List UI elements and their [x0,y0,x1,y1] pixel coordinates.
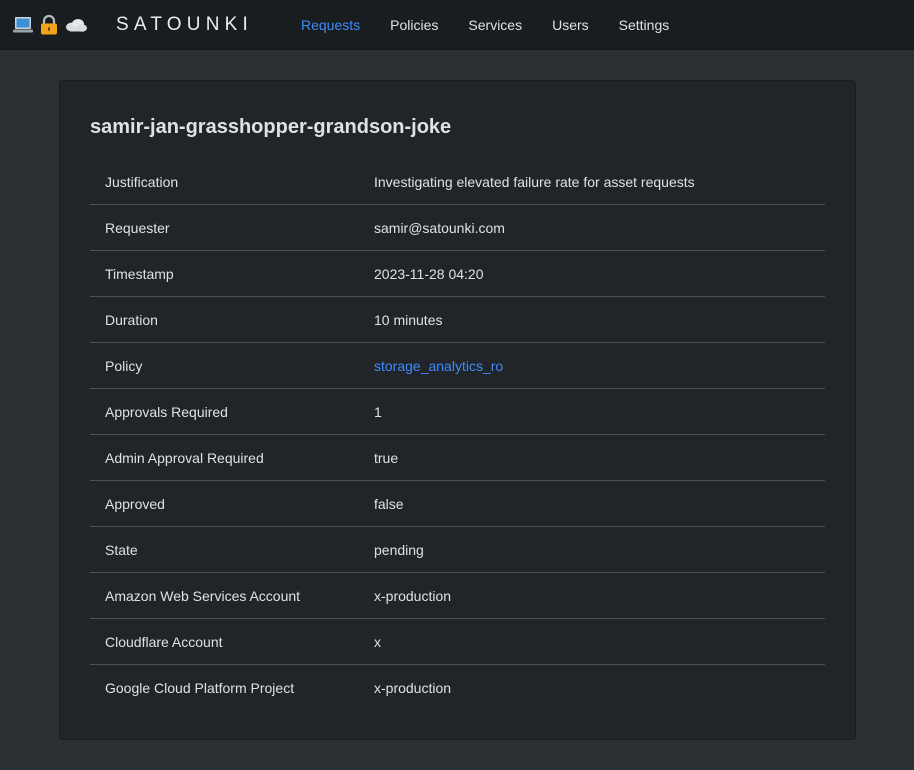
detail-row-justification: Justification Investigating elevated fai… [90,159,825,205]
detail-key: Amazon Web Services Account [105,587,301,604]
detail-row-approvals-required: Approvals Required 1 [90,389,825,435]
detail-row-aws-account: Amazon Web Services Account x-production [90,573,825,619]
detail-value: x-production [374,680,452,696]
detail-key: Google Cloud Platform Project [105,680,295,696]
detail-key: Requester [105,219,170,236]
detail-value: Investigating elevated failure rate for … [374,173,695,190]
request-title: samir-jan-grasshopper-grandson-joke [90,116,452,138]
detail-value: pending [374,541,424,558]
detail-row-cloudflare-account: Cloudflare Account x [90,619,825,665]
detail-value: true [374,449,399,466]
policy-link[interactable]: storage_analytics_ro [374,358,503,374]
detail-key: Cloudflare Account [105,633,223,650]
cloud-icon [64,14,88,36]
detail-row-timestamp: Timestamp 2023-11-28 04:20 [90,251,825,297]
detail-key: Admin Approval Required [105,449,264,466]
nav-link-settings[interactable]: Settings [619,16,670,34]
detail-row-state: State pending [90,527,825,573]
nav-link-policies[interactable]: Policies [390,16,438,34]
detail-value: 1 [374,403,382,420]
detail-row-duration: Duration 10 minutes [90,297,825,343]
detail-row-approved: Approved false [90,481,825,527]
top-navbar: SATOUNKI Requests Policies Services User… [0,0,914,50]
nav-link-users[interactable]: Users [552,16,589,34]
detail-row-policy: Policy storage_analytics_ro [90,343,825,389]
nav-link-requests[interactable]: Requests [301,16,360,34]
detail-value: x [374,633,381,650]
detail-value: false [374,495,404,512]
detail-row-requester: Requester samir@satounki.com [90,205,825,251]
detail-value: 2023-11-28 04:20 [374,265,484,282]
detail-key: Justification [105,173,179,190]
detail-key: Policy [105,357,143,374]
request-detail-table: Justification Investigating elevated fai… [90,159,825,711]
detail-key: State [105,541,138,558]
detail-value-cell: storage_analytics_ro [374,358,825,374]
nav-link-services[interactable]: Services [468,16,522,34]
detail-key: Timestamp [105,265,174,282]
detail-key: Approvals Required [105,403,228,420]
detail-row-gcp-project: Google Cloud Platform Project x-producti… [90,665,825,711]
detail-row-admin-approval-required: Admin Approval Required true [90,435,825,481]
request-detail-card: samir-jan-grasshopper-grandson-joke Just… [59,80,856,740]
brand-name[interactable]: SATOUNKI [116,14,253,36]
detail-value: samir@satounki.com [374,219,505,236]
detail-value: x-production [374,587,452,604]
detail-key: Duration [105,311,158,328]
laptop-icon [12,14,34,36]
nav-links: Requests Policies Services Users Setting… [301,16,699,34]
lock-icon [38,14,60,36]
logo-icons[interactable] [12,14,88,36]
detail-value: 10 minutes [374,311,443,328]
detail-key: Approved [105,495,165,512]
